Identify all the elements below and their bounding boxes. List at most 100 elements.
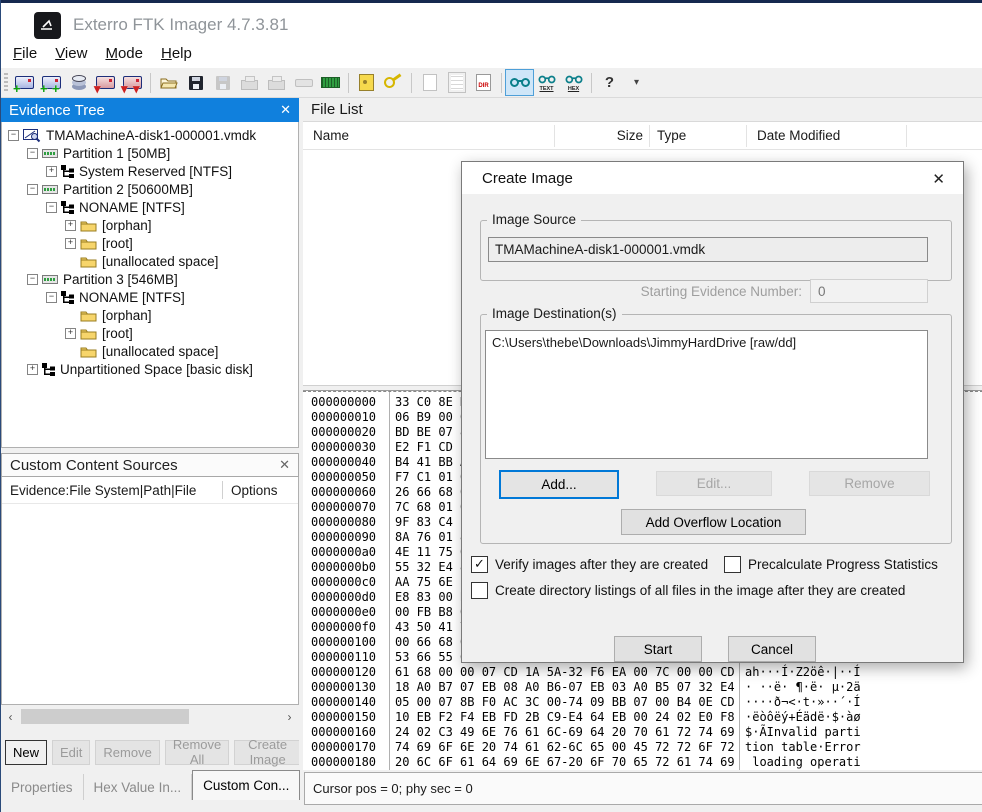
starting-evidence-number-field[interactable]: 0: [810, 279, 928, 303]
dialog-title-bar[interactable]: Create Image ✕: [462, 162, 963, 194]
scrollbar-thumb[interactable]: [21, 709, 189, 724]
column-name[interactable]: Name: [313, 128, 349, 143]
obtain-protected-files-icon[interactable]: [353, 70, 380, 95]
create-directory-listings-checkbox[interactable]: [471, 582, 488, 599]
remove-all-evidence-items-icon[interactable]: ▾▾: [119, 70, 146, 95]
horizontal-scrollbar[interactable]: ‹ ›: [2, 705, 298, 728]
print-preview-icon[interactable]: [263, 70, 290, 95]
add-overflow-location-button[interactable]: Add Overflow Location: [621, 509, 806, 535]
expand-icon[interactable]: +: [65, 238, 76, 249]
verify-images-checkbox[interactable]: ✓: [471, 556, 488, 573]
auto-mode-icon[interactable]: [506, 70, 533, 95]
starting-evidence-number-label: Starting Evidence Number:: [602, 284, 802, 299]
edit-button[interactable]: Edit...: [656, 471, 772, 496]
toolbar-grip[interactable]: [4, 73, 8, 93]
tab-properties[interactable]: Properties: [1, 774, 84, 800]
create-image-dialog: Create Image ✕ Image Source TMAMachineA-…: [461, 161, 964, 663]
column-evidence-path[interactable]: Evidence:File System|Path|File: [2, 483, 222, 498]
toolbar-options-icon[interactable]: ▾: [623, 70, 650, 95]
tree-item[interactable]: [unallocated space]: [2, 252, 298, 270]
print-icon[interactable]: [236, 70, 263, 95]
start-button[interactable]: Start: [614, 636, 702, 662]
verify-image-icon[interactable]: [290, 70, 317, 95]
tree-item[interactable]: −TMAMachineA-disk1-000001.vmdk: [2, 126, 298, 144]
export-directory-listing-icon[interactable]: DIR: [470, 70, 497, 95]
expand-icon[interactable]: +: [27, 364, 38, 375]
folder-icon: [80, 327, 97, 340]
document-list-icon[interactable]: [443, 70, 470, 95]
column-date-modified[interactable]: Date Modified: [757, 128, 840, 143]
custom-content-close-icon[interactable]: ✕: [279, 457, 290, 473]
open-image-icon[interactable]: [155, 70, 182, 95]
tree-item[interactable]: − Partition 1 [50MB]: [2, 144, 298, 162]
cancel-button[interactable]: Cancel: [728, 636, 816, 662]
tab-custom-con-[interactable]: Custom Con...: [192, 770, 300, 800]
evidence-tree[interactable]: −TMAMachineA-disk1-000001.vmdk−Partition…: [1, 122, 299, 448]
image-mounting-icon[interactable]: [65, 70, 92, 95]
new-button[interactable]: New: [5, 740, 47, 765]
tree-item[interactable]: −Partition 2 [50600MB]: [2, 180, 298, 198]
remove-evidence-item-icon[interactable]: ▾: [92, 70, 119, 95]
save-disabled-icon[interactable]: [209, 70, 236, 95]
add-all-attached-devices-icon[interactable]: ++: [38, 70, 65, 95]
text-mode-icon[interactable]: TEXT: [533, 70, 560, 95]
tree-item[interactable]: [orphan]: [2, 306, 298, 324]
column-size[interactable]: Size: [563, 128, 643, 143]
hex-row: 00000016024 02 C3 49 6E 76 61 6C-69 64 2…: [303, 725, 982, 740]
tree-item-label: Unpartitioned Space [basic disk]: [60, 362, 253, 377]
tree-item[interactable]: −Partition 3 [546MB]: [2, 270, 298, 288]
create-image-button[interactable]: Create Image: [234, 740, 301, 765]
edit-button[interactable]: Edit: [52, 740, 90, 765]
dialog-close-icon[interactable]: ✕: [932, 170, 945, 188]
collapse-icon[interactable]: −: [8, 130, 19, 141]
menu-file[interactable]: File: [11, 42, 39, 65]
image-destinations-list[interactable]: C:\Users\thebe\Downloads\JimmyHardDrive …: [485, 330, 928, 459]
custom-content-list[interactable]: Evidence:File System|Path|File Options: [1, 477, 299, 705]
tree-item[interactable]: [unallocated space]: [2, 342, 298, 360]
status-bar: Cursor pos = 0; phy sec = 0: [304, 772, 982, 805]
hex-row: 00000018020 6C 6F 61 64 69 6E 67-20 6F 7…: [303, 755, 982, 770]
menu-help[interactable]: Help: [159, 42, 194, 65]
expand-icon[interactable]: +: [46, 166, 57, 177]
tree-item[interactable]: +[orphan]: [2, 216, 298, 234]
tree-item[interactable]: −NONAME [NTFS]: [2, 198, 298, 216]
evidence-tree-close-icon[interactable]: ✕: [280, 102, 291, 118]
collapse-icon[interactable]: −: [27, 274, 38, 285]
destination-item[interactable]: C:\Users\thebe\Downloads\JimmyHardDrive …: [486, 334, 927, 351]
collapse-icon[interactable]: −: [27, 148, 38, 159]
tree-item[interactable]: + Unpartitioned Space [basic disk]: [2, 360, 298, 378]
save-icon[interactable]: [182, 70, 209, 95]
collapse-icon[interactable]: −: [46, 202, 57, 213]
capture-memory-icon[interactable]: [317, 70, 344, 95]
tree-item[interactable]: −NONAME [NTFS]: [2, 288, 298, 306]
expand-icon[interactable]: +: [65, 220, 76, 231]
tree-item[interactable]: +[root]: [2, 234, 298, 252]
scroll-left-icon[interactable]: ‹: [2, 710, 19, 724]
expand-icon[interactable]: +: [65, 328, 76, 339]
column-type[interactable]: Type: [657, 128, 686, 143]
status-text: Cursor pos = 0; phy sec = 0: [313, 781, 473, 796]
tree-item[interactable]: +[root]: [2, 324, 298, 342]
image-source-field[interactable]: TMAMachineA-disk1-000001.vmdk: [488, 237, 928, 262]
scroll-right-icon[interactable]: ›: [281, 710, 298, 724]
collapse-icon[interactable]: −: [46, 292, 57, 303]
new-document-icon[interactable]: [416, 70, 443, 95]
menu-mode[interactable]: Mode: [103, 42, 145, 65]
help-icon[interactable]: ?: [596, 70, 623, 95]
tab-hex-value-in-[interactable]: Hex Value In...: [84, 774, 193, 800]
tree-item-label: Partition 1 [50MB]: [63, 146, 170, 161]
filesystem-icon: [42, 363, 55, 376]
remove-button[interactable]: Remove: [95, 740, 159, 765]
menu-view[interactable]: View: [53, 42, 89, 65]
detect-efs-encryption-icon[interactable]: [380, 70, 407, 95]
tree-item[interactable]: +System Reserved [NTFS]: [2, 162, 298, 180]
add-evidence-item-icon[interactable]: +: [11, 70, 38, 95]
add-button[interactable]: Add...: [499, 470, 619, 499]
title-bar: Exterro FTK Imager 4.7.3.81: [1, 3, 982, 42]
precalculate-progress-checkbox[interactable]: [724, 556, 741, 573]
hex-mode-icon[interactable]: HEX: [560, 70, 587, 95]
remove-all-button[interactable]: Remove All: [165, 740, 229, 765]
remove-button[interactable]: Remove: [809, 471, 930, 496]
column-options[interactable]: Options: [223, 483, 278, 498]
collapse-icon[interactable]: −: [27, 184, 38, 195]
